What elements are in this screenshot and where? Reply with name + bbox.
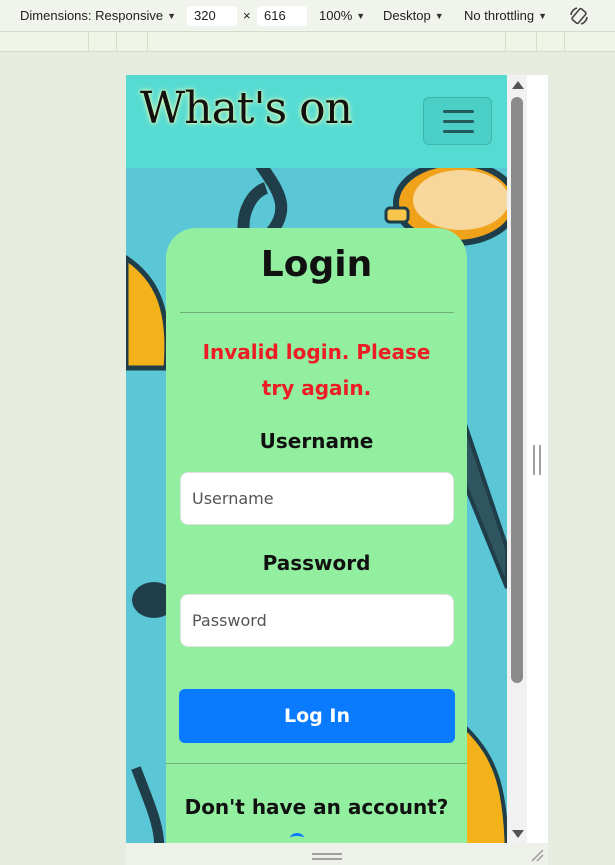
page-title: Login bbox=[260, 244, 373, 285]
dimensions-dropdown[interactable]: Dimensions: Responsive ▼ bbox=[20, 8, 176, 23]
ruler-segment[interactable] bbox=[147, 32, 505, 52]
ruler-segment[interactable] bbox=[505, 32, 536, 52]
hamburger-icon bbox=[443, 130, 474, 133]
scroll-up-arrow-icon[interactable] bbox=[512, 81, 524, 89]
media-query-ruler bbox=[0, 32, 615, 52]
vertical-scrollbar[interactable] bbox=[507, 75, 527, 850]
username-input[interactable]: Username bbox=[180, 472, 454, 525]
password-label: Password bbox=[262, 551, 371, 575]
devtools-toolbar: Dimensions: Responsive ▼ 320 × 616 100% … bbox=[0, 0, 615, 32]
divider bbox=[180, 312, 454, 313]
no-account-text: Don't have an account? bbox=[184, 795, 449, 819]
ruler-segment[interactable] bbox=[116, 32, 147, 52]
password-input[interactable]: Password bbox=[180, 594, 454, 647]
throttling-dropdown[interactable]: No throttling ▼ bbox=[464, 8, 547, 23]
login-button[interactable]: Log In bbox=[179, 689, 455, 743]
login-card: Login Invalid login. Please try again. U… bbox=[166, 228, 467, 865]
times-symbol: × bbox=[243, 8, 251, 23]
caret-down-icon: ▼ bbox=[538, 10, 548, 21]
page-viewport: What's on Login Invalid login. Please tr… bbox=[126, 75, 507, 865]
zoom-dropdown[interactable]: 100% ▼ bbox=[319, 8, 365, 23]
device-label: Desktop bbox=[383, 8, 431, 23]
navbar: What's on bbox=[126, 75, 507, 168]
caret-down-icon: ▼ bbox=[167, 10, 176, 21]
height-input[interactable]: 616 bbox=[257, 6, 307, 26]
resize-corner-icon[interactable] bbox=[530, 848, 544, 862]
dimensions-label: Dimensions: Responsive bbox=[20, 8, 164, 23]
navbar-toggler-button[interactable] bbox=[423, 97, 492, 145]
scrollbar-thumb[interactable] bbox=[511, 97, 523, 683]
zoom-label: 100% bbox=[319, 8, 353, 23]
width-input[interactable]: 320 bbox=[187, 6, 237, 26]
device-frame: What's on Login Invalid login. Please tr… bbox=[126, 75, 548, 865]
caret-down-icon: ▼ bbox=[434, 10, 444, 21]
device-dropdown[interactable]: Desktop ▼ bbox=[383, 8, 444, 23]
resize-handle-right[interactable] bbox=[533, 445, 541, 475]
divider bbox=[166, 763, 467, 764]
hamburger-icon bbox=[443, 110, 474, 113]
ruler-segment[interactable] bbox=[536, 32, 564, 52]
error-message: Invalid login. Please try again. bbox=[202, 340, 431, 400]
signup-link[interactable] bbox=[290, 833, 304, 843]
throttling-label: No throttling bbox=[464, 8, 535, 23]
resize-handle-bottom[interactable] bbox=[312, 853, 342, 860]
ruler-segment[interactable] bbox=[564, 32, 565, 52]
username-label: Username bbox=[259, 429, 374, 453]
scroll-down-arrow-icon[interactable] bbox=[512, 830, 524, 838]
hamburger-icon bbox=[443, 120, 474, 123]
rotate-icon[interactable] bbox=[569, 6, 589, 26]
caret-down-icon: ▼ bbox=[356, 10, 366, 21]
brand-logo[interactable]: What's on bbox=[140, 83, 353, 134]
ruler-segment[interactable] bbox=[88, 32, 116, 52]
